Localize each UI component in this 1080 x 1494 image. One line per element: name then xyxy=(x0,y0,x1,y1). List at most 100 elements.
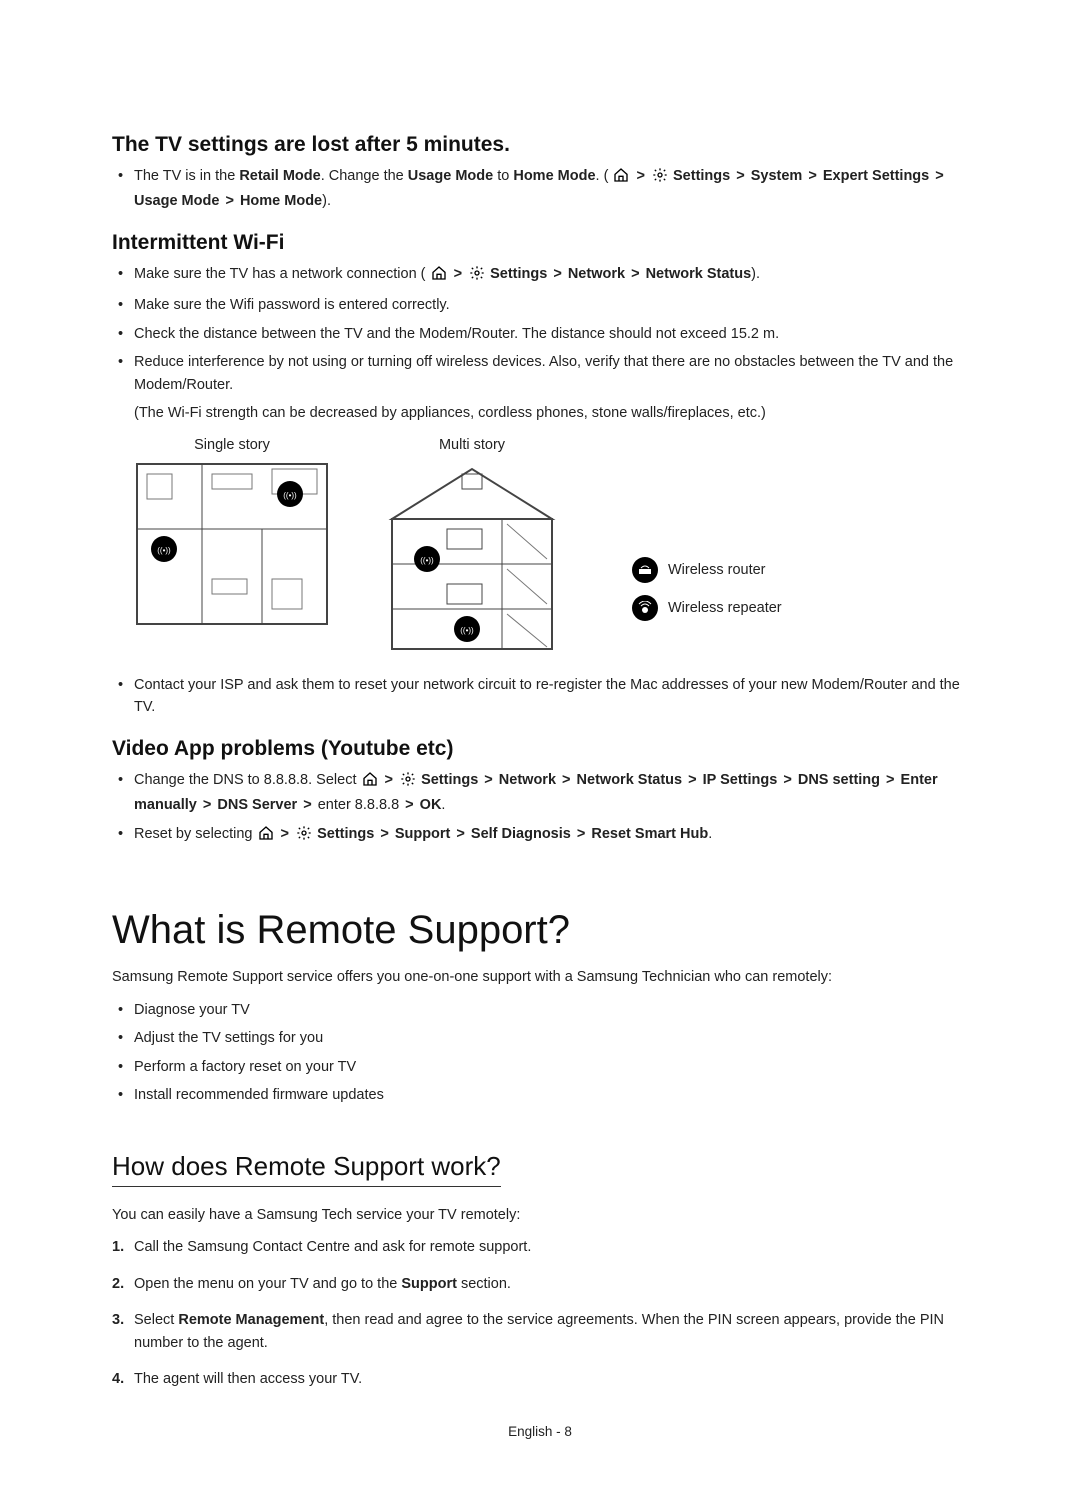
text: ). xyxy=(751,266,760,282)
chevron-icon: > xyxy=(454,266,462,282)
svg-text:((•)): ((•)) xyxy=(460,626,474,635)
multi-story-diagram: Multi story ((•)) ((•)) xyxy=(372,437,572,664)
heading-intermittent-wifi: Intermittent Wi-Fi xyxy=(112,231,968,255)
list-item: Contact your ISP and ask them to reset y… xyxy=(134,674,968,719)
legend-repeater: Wireless repeater xyxy=(632,595,782,621)
list-item: Install recommended firmware updates xyxy=(134,1084,968,1106)
text: Open the menu on your TV and go to the xyxy=(134,1276,401,1292)
chevron-icon: > xyxy=(808,168,816,184)
wifi-diagrams: Single story ((•)) ((•)) Multi story xyxy=(132,437,968,664)
step-2: Open the menu on your TV and go to the S… xyxy=(112,1273,968,1295)
system-path: System xyxy=(751,168,803,184)
chevron-icon: > xyxy=(631,266,639,282)
list-tv-settings: The TV is in the Retail Mode. Change the… xyxy=(134,165,968,213)
list-item: Perform a factory reset on your TV xyxy=(134,1056,968,1078)
expert-settings-path: Expert Settings xyxy=(823,168,929,184)
text: Reset by selecting xyxy=(134,826,257,842)
chevron-icon: > xyxy=(405,797,413,813)
list-remote-support: Diagnose your TV Adjust the TV settings … xyxy=(134,999,968,1107)
legend-router-label: Wireless router xyxy=(668,562,766,578)
remote-support-intro: Samsung Remote Support service offers yo… xyxy=(112,967,968,989)
text: Reduce interference by not using or turn… xyxy=(134,354,953,392)
text: . Change the xyxy=(321,168,408,184)
step-3: Select Remote Management, then read and … xyxy=(112,1309,968,1354)
heading-remote-support: What is Remote Support? xyxy=(112,908,968,953)
chevron-icon: > xyxy=(225,193,233,209)
multi-story-cutaway: ((•)) ((•)) xyxy=(372,459,572,659)
chevron-icon: > xyxy=(203,797,211,813)
list-wifi-cont: Contact your ISP and ask them to reset y… xyxy=(134,674,968,719)
chevron-icon: > xyxy=(636,168,644,184)
home-icon xyxy=(362,771,378,794)
home-icon xyxy=(431,265,447,288)
chevron-icon: > xyxy=(562,772,570,788)
network-path: Network xyxy=(568,266,625,282)
list-item: The TV is in the Retail Mode. Change the… xyxy=(134,165,968,213)
settings-path: Settings xyxy=(673,168,730,184)
path: Self Diagnosis xyxy=(471,826,571,842)
home-icon xyxy=(613,167,629,190)
path: Reset Smart Hub xyxy=(591,826,708,842)
chevron-icon: > xyxy=(456,826,464,842)
heading-tv-settings-lost: The TV settings are lost after 5 minutes… xyxy=(112,133,968,157)
path: IP Settings xyxy=(703,772,778,788)
list-item: Make sure the TV has a network connectio… xyxy=(134,263,968,288)
text: . ( xyxy=(596,168,609,184)
chevron-icon: > xyxy=(281,826,289,842)
usage-mode-path: Usage Mode xyxy=(134,193,219,209)
home-mode-label: Home Mode xyxy=(513,168,595,184)
list-item: Check the distance between the TV and th… xyxy=(134,323,968,345)
path: Settings xyxy=(317,826,374,842)
list-item: Adjust the TV settings for you xyxy=(134,1027,968,1049)
retail-mode-label: Retail Mode xyxy=(239,168,320,184)
single-story-label: Single story xyxy=(132,437,332,453)
text: ). xyxy=(322,193,331,209)
page-footer: English - 8 xyxy=(0,1424,1080,1439)
chevron-icon: > xyxy=(484,772,492,788)
chevron-icon: > xyxy=(736,168,744,184)
chevron-icon: > xyxy=(886,772,894,788)
heading-video-app-problems: Video App problems (Youtube etc) xyxy=(112,737,968,761)
path: Network Status xyxy=(577,772,683,788)
list-item: Change the DNS to 8.8.8.8. Select > Sett… xyxy=(134,769,968,817)
step-1: Call the Samsung Contact Centre and ask … xyxy=(112,1236,968,1258)
chevron-icon: > xyxy=(303,797,311,813)
gear-icon xyxy=(469,265,485,288)
legend-router: Wireless router xyxy=(632,557,782,583)
text: . xyxy=(441,797,445,813)
list-wifi: Make sure the TV has a network connectio… xyxy=(134,263,968,425)
chevron-icon: > xyxy=(688,772,696,788)
svg-text:((•)): ((•)) xyxy=(283,491,297,500)
chevron-icon: > xyxy=(553,266,561,282)
path: Settings xyxy=(421,772,478,788)
home-icon xyxy=(258,825,274,848)
list-item: Diagnose your TV xyxy=(134,999,968,1021)
svg-text:((•)): ((•)) xyxy=(157,546,171,555)
path: OK xyxy=(420,797,442,813)
settings-path: Settings xyxy=(490,266,547,282)
text: The TV is in the xyxy=(134,168,239,184)
home-mode-path: Home Mode xyxy=(240,193,322,209)
chevron-icon: > xyxy=(783,772,791,788)
single-story-diagram: Single story ((•)) ((•)) xyxy=(132,437,332,634)
multi-story-label: Multi story xyxy=(372,437,572,453)
remote-support-steps: Call the Samsung Contact Centre and ask … xyxy=(112,1236,968,1390)
diagram-legend: Wireless router Wireless repeater xyxy=(632,557,782,621)
step-4: The agent will then access your TV. xyxy=(112,1368,968,1390)
chevron-icon: > xyxy=(380,826,388,842)
text: section. xyxy=(457,1276,511,1292)
repeater-icon xyxy=(632,595,658,621)
single-story-floorplan: ((•)) ((•)) xyxy=(132,459,332,629)
text: Make sure the TV has a network connectio… xyxy=(134,266,426,282)
chevron-icon: > xyxy=(385,772,393,788)
path: DNS Server xyxy=(217,797,297,813)
text: Change the DNS to 8.8.8.8. Select xyxy=(134,772,361,788)
text: to xyxy=(493,168,513,184)
path: Support xyxy=(395,826,451,842)
support-section: Support xyxy=(401,1276,457,1292)
usage-mode-label: Usage Mode xyxy=(408,168,493,184)
legend-repeater-label: Wireless repeater xyxy=(668,600,782,616)
remote-management: Remote Management xyxy=(178,1312,324,1328)
gear-icon xyxy=(400,771,416,794)
svg-text:((•)): ((•)) xyxy=(420,556,434,565)
